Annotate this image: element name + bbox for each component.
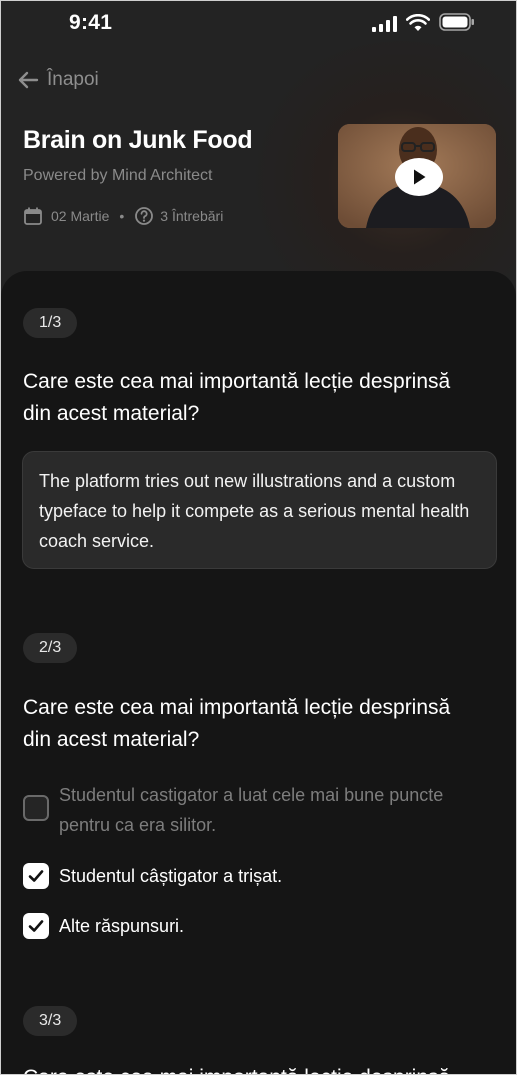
checkbox-unchecked[interactable] [23, 795, 49, 821]
option-label-2: Studentul câștigator a trișat. [59, 866, 283, 886]
back-button[interactable]: Înapoi [17, 69, 99, 91]
play-icon [414, 169, 426, 185]
question-badge-3: 3/3 [23, 1006, 78, 1036]
questions-count: 3 Întrebări [160, 208, 224, 224]
wifi-icon [406, 14, 430, 31]
option-label-1: Studentul castigator a luat cele mai bun… [59, 785, 444, 835]
answer-textarea[interactable]: The platform tries out new illustrations… [22, 451, 497, 569]
meta-separator: • [119, 208, 125, 224]
cellular-signal-icon [372, 16, 397, 32]
checkbox-checked[interactable] [23, 863, 49, 889]
quiz-screen: 9:41 Înapoi Brain on Junk Food Powered b… [0, 0, 517, 1075]
status-bar: 9:41 [1, 1, 516, 45]
option-item-3[interactable]: Alte răspunsuri. [23, 911, 184, 941]
question-badge-2: 2/3 [23, 633, 78, 663]
page-title: Brain on Junk Food [23, 126, 253, 154]
option-label-3: Alte răspunsuri. [59, 916, 185, 936]
arrow-left-icon [18, 71, 39, 89]
page-subtitle: Powered by Mind Architect [23, 167, 213, 184]
calendar-icon [24, 207, 42, 225]
status-time: 9:41 [69, 11, 113, 34]
date-text: 02 Martie [51, 208, 110, 224]
question-badge-1: 1/3 [23, 308, 78, 338]
checkbox-checked[interactable] [23, 913, 49, 939]
play-button[interactable] [395, 158, 443, 196]
question-text-1: Care este cea mai importantă lecție desp… [23, 370, 451, 425]
back-label: Înapoi [47, 69, 99, 90]
check-icon [28, 920, 44, 932]
option-item-1[interactable]: Studentul castigator a luat cele mai bun… [23, 780, 503, 840]
question-circle-icon [135, 207, 154, 225]
question-text-2: Care este cea mai importantă lecție desp… [23, 696, 451, 751]
option-item-2[interactable]: Studentul câștigator a trișat. [23, 861, 282, 891]
meta-row: 02 Martie • 3 Întrebări [23, 206, 223, 226]
question-text-3: Care este cea mai importantă lecție desp… [23, 1062, 463, 1074]
check-icon [28, 870, 44, 882]
battery-icon [439, 13, 474, 31]
